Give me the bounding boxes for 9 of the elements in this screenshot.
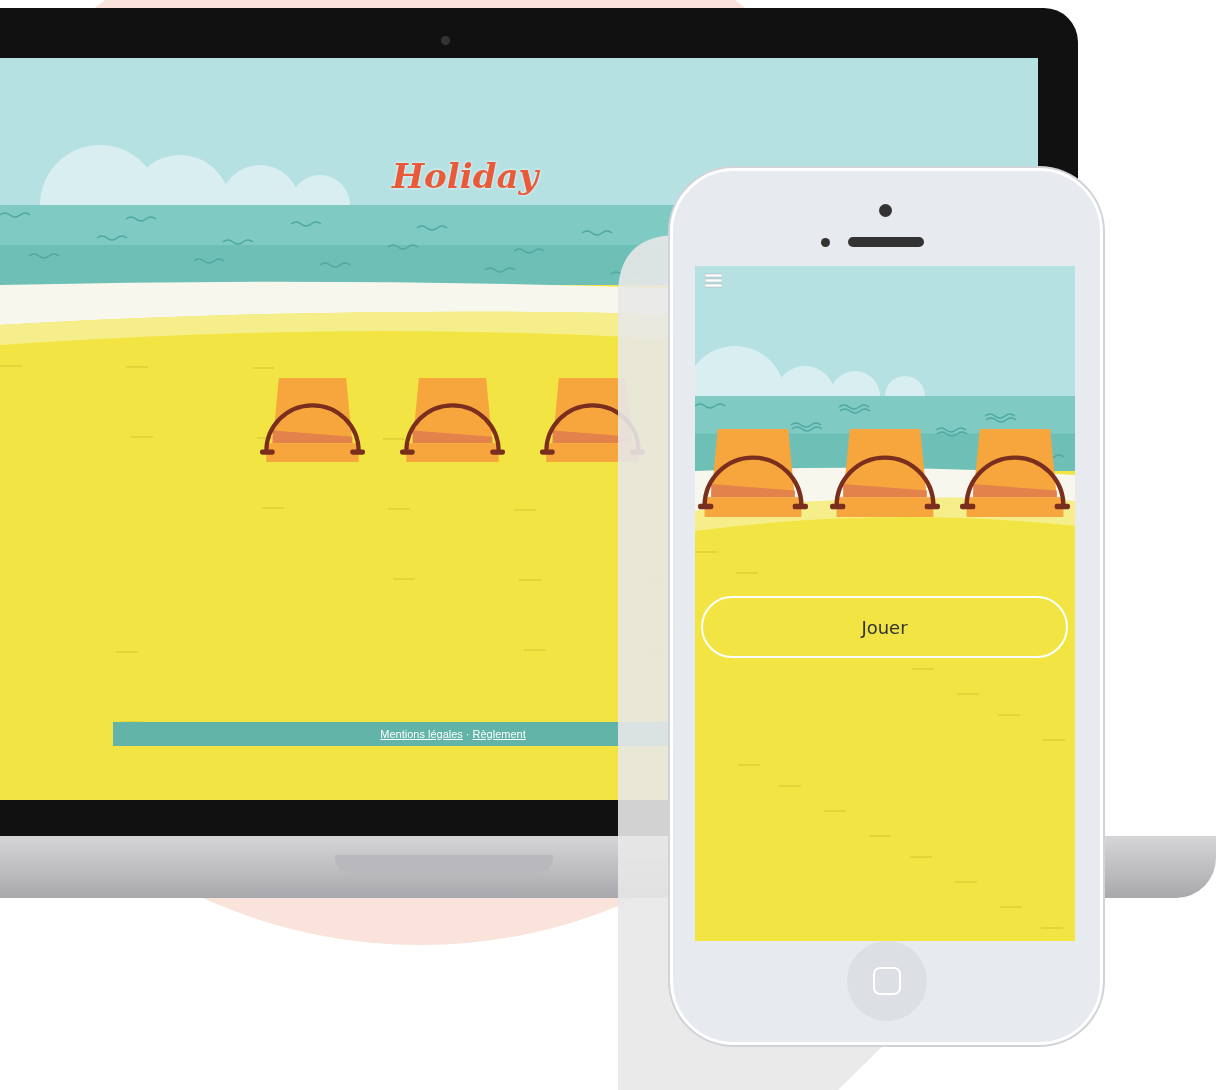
- square-icon: [872, 966, 902, 996]
- play-button[interactable]: Jouer: [701, 596, 1068, 658]
- camera-icon: [441, 36, 450, 45]
- sensor-icon: [821, 238, 830, 247]
- legal-link[interactable]: Mentions légales: [380, 728, 463, 740]
- holiday-logo: Holiday: [392, 156, 539, 196]
- menu-icon[interactable]: [705, 273, 722, 288]
- rules-link[interactable]: Règlement: [472, 728, 526, 740]
- separator-text: ·: [465, 728, 470, 740]
